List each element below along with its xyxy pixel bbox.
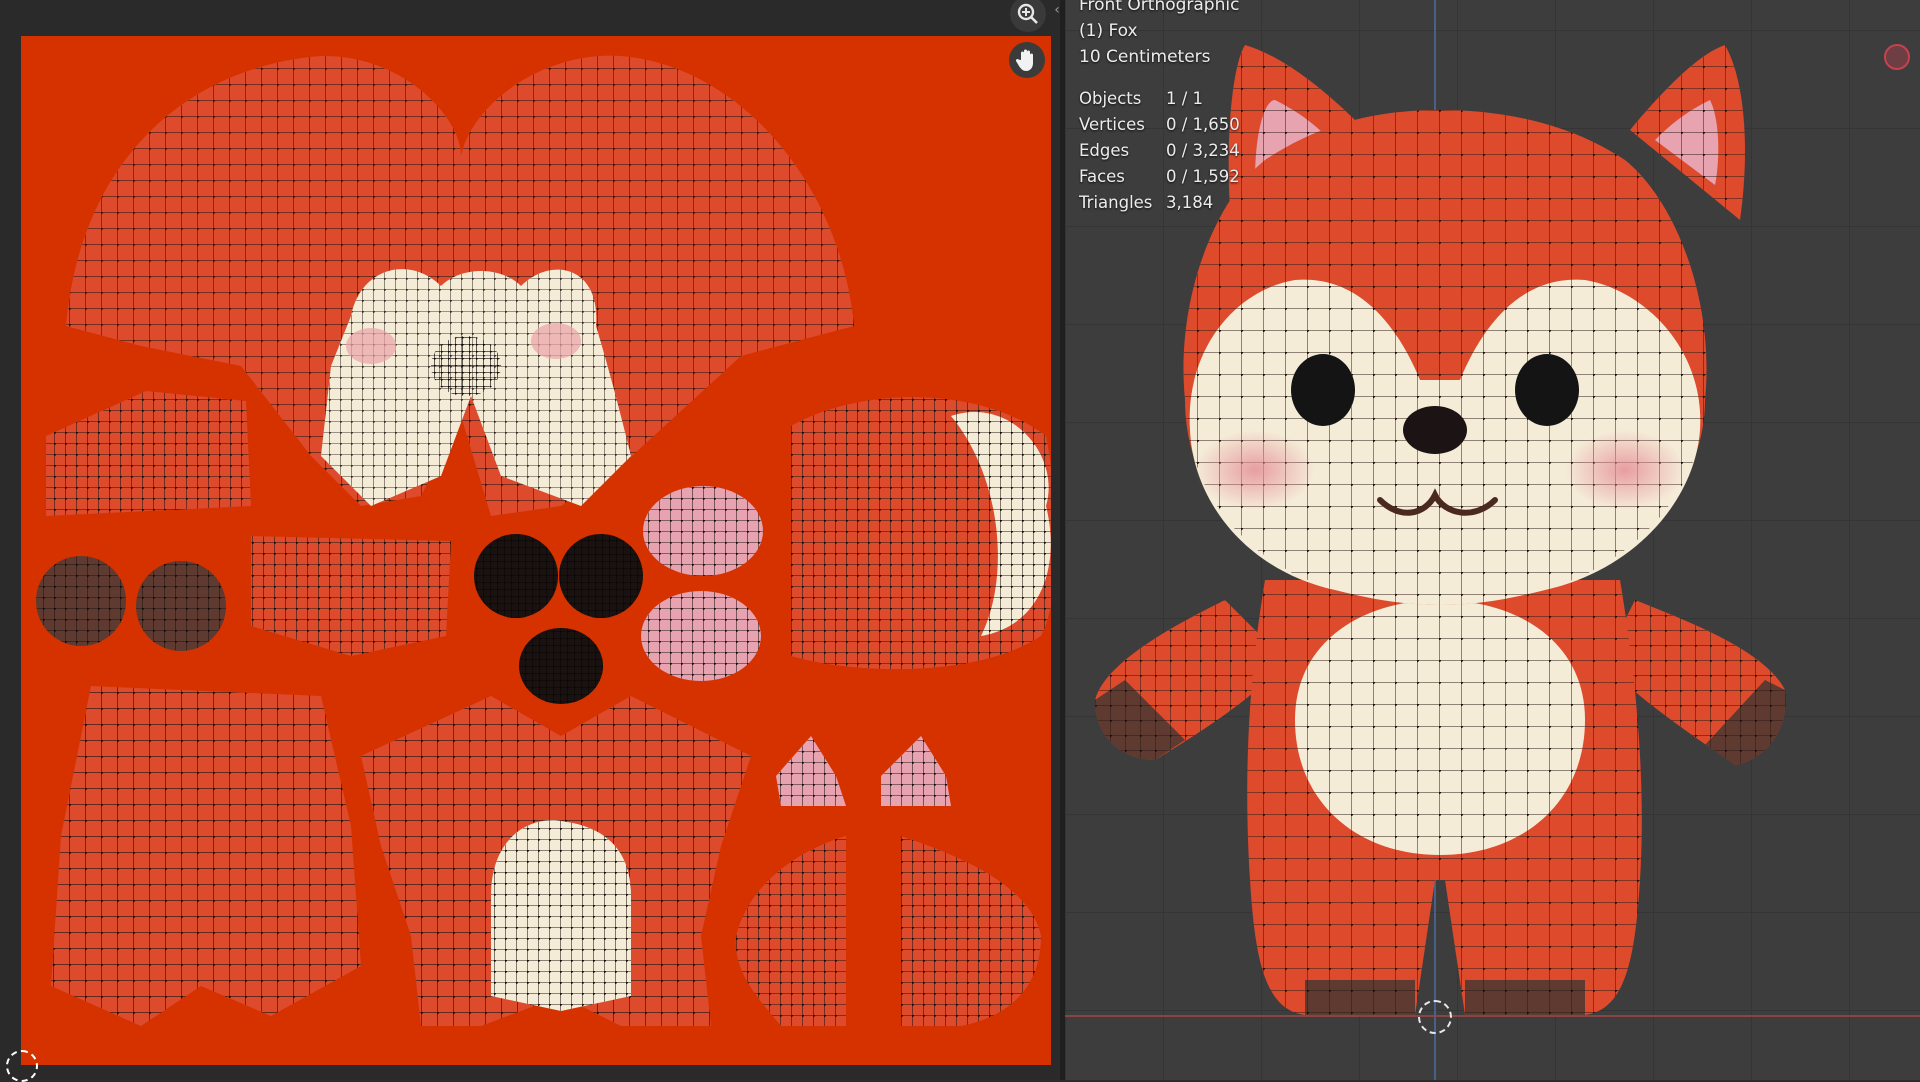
3d-cursor-icon[interactable] — [1418, 1000, 1452, 1034]
object-label: (1) Fox — [1079, 21, 1138, 41]
scene-statistics: Objects 1 / 1 Vertices 0 / 1,650 Edges 0… — [1079, 86, 1240, 216]
uv-texture-canvas[interactable] — [21, 36, 1051, 1065]
stat-value: 0 / 1,592 — [1166, 167, 1240, 186]
uv-island-eyes[interactable] — [474, 534, 643, 704]
pan-button[interactable] — [1009, 42, 1045, 78]
viewport-info-overlay: Front Orthographic (1) Fox 10 Centimeter… — [1079, 0, 1240, 216]
stat-value: 1 / 1 — [1166, 89, 1204, 108]
zoom-icon — [1017, 3, 1038, 24]
zoom-button[interactable] — [1010, 0, 1046, 32]
stat-label: Objects — [1079, 89, 1142, 108]
scale-label: 10 Centimeters — [1079, 47, 1211, 67]
uv-island-cheek-left[interactable] — [46, 391, 251, 516]
fox-head — [1183, 110, 1707, 605]
view-name: Front Orthographic — [1079, 0, 1240, 15]
stat-label: Triangles — [1079, 193, 1153, 212]
uv-island-ears[interactable] — [776, 736, 951, 806]
uv-island-tail[interactable] — [791, 397, 1051, 670]
uv-island-neck[interactable] — [251, 536, 451, 656]
uv-editor[interactable] — [0, 0, 1060, 1082]
stat-row-triangles: Triangles 3,184 — [1079, 190, 1240, 216]
uv-island-ear-inner[interactable] — [641, 486, 763, 681]
uv-island-body[interactable] — [361, 696, 751, 1026]
hand-icon — [1016, 49, 1033, 71]
uv-island-arms[interactable] — [735, 836, 1041, 1026]
navigation-gizmo-axis-icon[interactable] — [1884, 44, 1910, 70]
uv-island-paw-left[interactable] — [36, 556, 226, 651]
stat-row-objects: Objects 1 / 1 — [1079, 86, 1240, 112]
fox-body — [1247, 580, 1642, 1015]
uv-island-legs[interactable] — [51, 686, 361, 1026]
stat-label: Edges — [1079, 141, 1130, 160]
stat-value: 3,184 — [1166, 193, 1214, 212]
stat-label: Vertices — [1079, 115, 1145, 134]
stat-row-vertices: Vertices 0 / 1,650 — [1079, 112, 1240, 138]
stat-row-faces: Faces 0 / 1,592 — [1079, 164, 1240, 190]
uv-2d-cursor[interactable] — [6, 1050, 38, 1082]
stat-label: Faces — [1079, 167, 1125, 186]
uv-islands — [36, 55, 1051, 1026]
stat-row-edges: Edges 0 / 3,234 — [1079, 138, 1240, 164]
stat-value: 0 / 3,234 — [1166, 141, 1240, 160]
stat-value: 0 / 1,650 — [1166, 115, 1240, 134]
